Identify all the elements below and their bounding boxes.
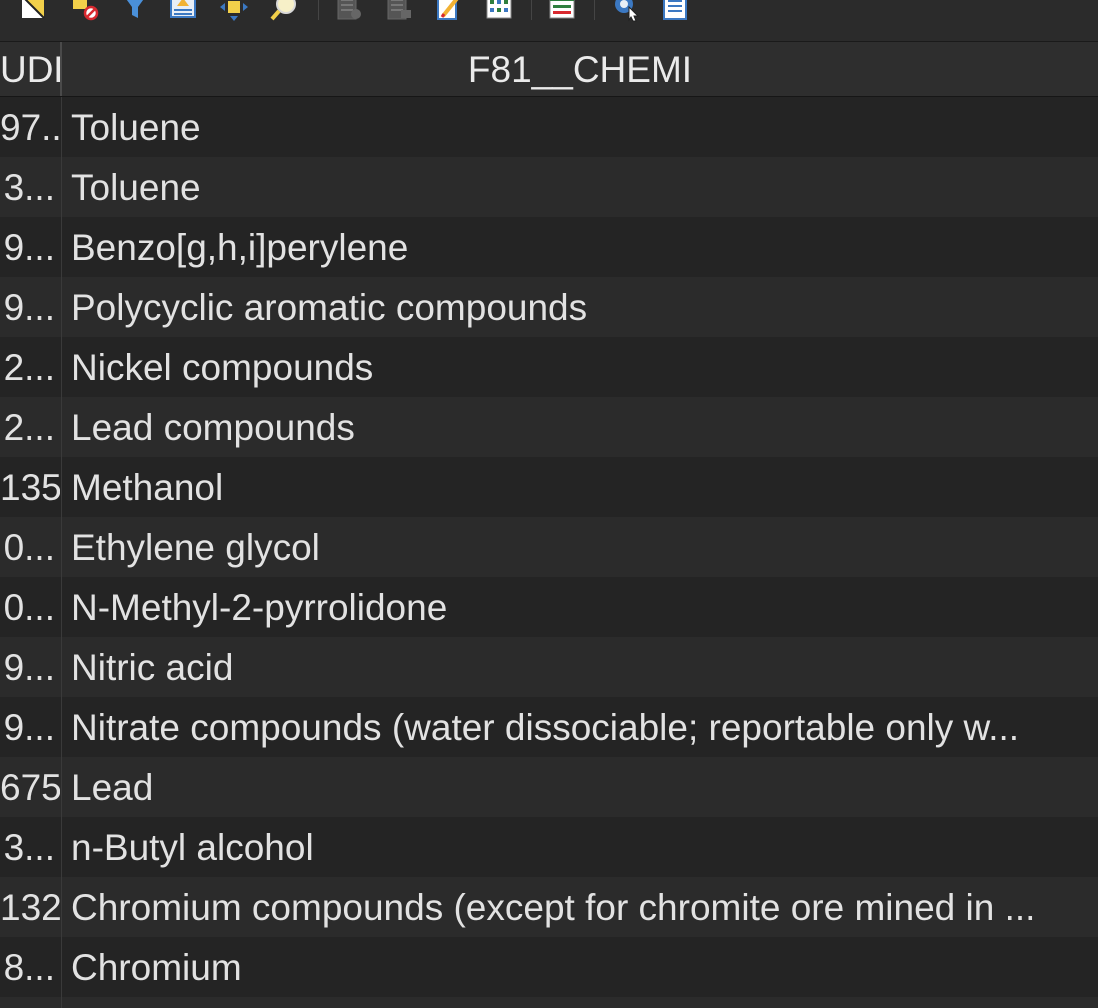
conditional-formatting-icon[interactable] [484,0,514,22]
cell-chemical: Toluene [71,167,201,208]
cell-chemical: Nitrate compounds (water dissociable; re… [71,707,1020,748]
cell-id: 9... [3,287,55,328]
table-row[interactable]: 8... Chromium [0,937,1098,997]
cell-id: 9... [3,647,55,688]
cell-id: 2... [3,407,55,448]
cell-id: 9... [3,227,55,268]
table-row[interactable]: 0... N-Methyl-2-pyrrolidone [0,577,1098,637]
cell-id: 132 [0,887,60,928]
cell-chemical: Chromium compounds (except for chromite … [71,887,1036,928]
table-row[interactable]: 0... Ethylene glycol [0,517,1098,577]
column-header-ude[interactable]: UDE [0,42,62,96]
cell-id: 0... [3,527,55,568]
table-row[interactable]: 675 Lead [0,757,1098,817]
cell-chemical: n-Butyl alcohol [71,827,314,868]
table-row[interactable]: 135 Methanol [0,457,1098,517]
cell-chemical: Nitric acid [71,647,234,688]
cell-chemical: Nickel compounds [71,347,374,388]
delete-field-icon[interactable] [384,0,414,22]
table-header: UDE F81__CHEMI [0,42,1098,97]
cell-chemical: Toluene [71,107,201,148]
table-row[interactable]: 9... Polycyclic aromatic compounds [0,277,1098,337]
zoom-to-selection-icon[interactable] [269,0,299,22]
attribute-table: UDE F81__CHEMI 97... Toluene 3... Toluen… [0,42,1098,1008]
cell-id: 3... [3,827,55,868]
toolbar-separator [318,0,319,20]
table-row[interactable]: 9... Benzo[g,h,i]perylene [0,217,1098,277]
table-row[interactable]: 9... Nitric acid [0,637,1098,697]
cell-chemical: Lead compounds [71,407,355,448]
attribute-table-toolbar [0,0,1098,42]
table-row[interactable]: 2... Nickel compounds [0,337,1098,397]
move-to-top-icon[interactable] [168,0,198,22]
dock-attribute-table-icon[interactable] [547,0,577,22]
new-field-icon[interactable] [334,0,364,22]
cell-chemical: Methanol [71,467,224,508]
cell-id: 2... [3,347,55,388]
cell-id [0,997,60,1008]
cell-id: 9... [3,707,55,748]
table-row[interactable]: 9... Nitrate compounds (water dissociabl… [0,697,1098,757]
table-row[interactable]: 3... n-Butyl alcohol [0,817,1098,877]
table-row[interactable] [0,997,1098,1008]
table-row[interactable]: 97... Toluene [0,97,1098,157]
cell-chemical: Lead [71,767,154,808]
column-header-f81-chemi[interactable]: F81__CHEMI [62,42,1098,96]
cell-chemical: Benzo[g,h,i]perylene [71,227,409,268]
toolbar-separator [594,0,595,20]
table-row[interactable]: 132 Chromium compounds (except for chrom… [0,877,1098,937]
toolbar-separator [531,0,532,20]
delete-feature-icon[interactable] [70,0,100,22]
actions-icon[interactable] [610,0,640,22]
cell-id: 97... [0,107,60,148]
cell-chemical [71,997,1098,1008]
field-calculator-icon[interactable] [434,0,464,22]
cell-id: 675 [0,767,60,808]
edit-pencil-icon[interactable] [18,0,48,22]
cell-id: 135 [0,467,60,508]
table-row[interactable]: 3... Toluene [0,157,1098,217]
cell-chemical: Ethylene glycol [71,527,320,568]
filter-icon[interactable] [120,0,150,22]
open-form-icon[interactable] [660,0,690,22]
cell-id: 0... [3,587,55,628]
cell-id: 3... [3,167,55,208]
cell-chemical: Polycyclic aromatic compounds [71,287,588,328]
cell-chemical: Chromium [71,947,242,988]
cell-chemical: N-Methyl-2-pyrrolidone [71,587,448,628]
table-row[interactable]: 2... Lead compounds [0,397,1098,457]
cell-id: 8... [3,947,55,988]
pan-to-selection-icon[interactable] [219,0,249,22]
